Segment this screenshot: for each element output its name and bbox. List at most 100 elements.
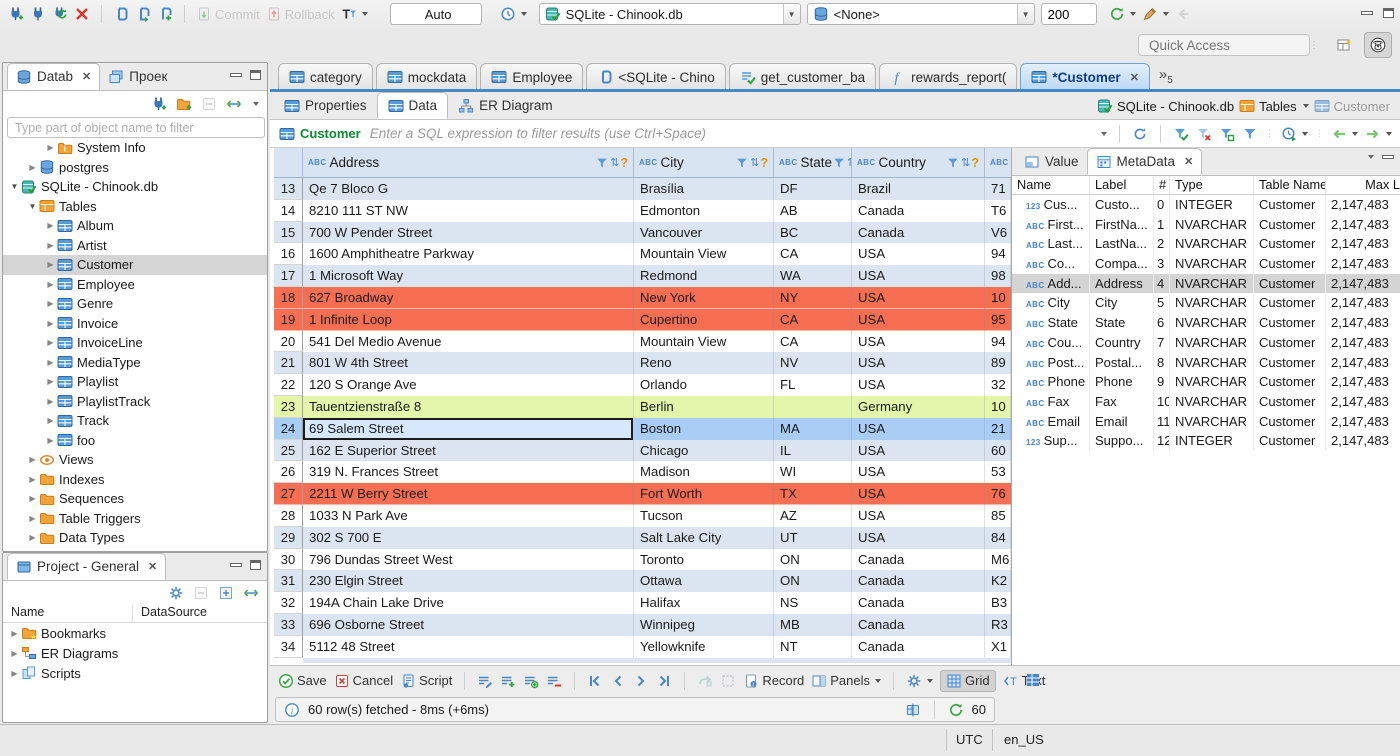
chevron-right-icon[interactable]: ▶ [45, 377, 56, 386]
column-header-country[interactable]: ABC Country ⇅? [852, 148, 985, 177]
grid-cell-city[interactable]: Tucson [634, 504, 774, 527]
close-icon[interactable]: ✕ [1130, 71, 1139, 84]
cancel-button[interactable]: Cancel [334, 673, 393, 689]
tree-item-playlist[interactable]: ▶ Playlist [3, 372, 267, 392]
metadata-row[interactable]: 123 Cus... Custo... 0 INTEGER Customer 2,147,4… [1012, 195, 1400, 215]
settings-button[interactable] [906, 673, 934, 689]
minimize-icon[interactable] [230, 563, 242, 567]
grid-cell-address[interactable]: 1600 Amphitheatre Parkway [303, 243, 634, 266]
minimize-icon[interactable] [230, 73, 242, 77]
schema-select[interactable]: <None> ▼ [806, 3, 1035, 25]
object-filter-input[interactable] [7, 117, 265, 138]
link-with-editor-icon[interactable] [243, 585, 259, 601]
tree-item-genre[interactable]: ▶ Genre [3, 294, 267, 314]
grid-cell-city[interactable]: Halifax [634, 592, 774, 614]
row-number[interactable]: 19 [274, 308, 303, 331]
tree-item-system-info[interactable]: ▶ i System Info [3, 138, 267, 158]
transaction-mode-select[interactable]: Auto [389, 3, 482, 25]
grid-cell-address[interactable]: 194A Chain Lake Drive [303, 592, 634, 614]
grid-cell-postal[interactable]: 10 [985, 286, 1011, 309]
execution-time-button[interactable] [1281, 126, 1308, 142]
refresh-results-icon[interactable] [1132, 126, 1148, 142]
history-button[interactable] [500, 6, 527, 22]
minimize-icon[interactable] [1382, 155, 1394, 159]
grid-cell-postal[interactable]: X1 [985, 635, 1011, 658]
meta-column-header[interactable]: Table Name [1254, 176, 1326, 194]
grid-cell-address[interactable]: 696 Osborne Street [303, 613, 634, 636]
grid-cell-state[interactable]: AB [774, 199, 852, 222]
grid-cell-state[interactable]: MB [774, 613, 852, 636]
filter-icon[interactable] [735, 156, 749, 170]
last-row-icon[interactable] [656, 673, 672, 689]
script-button[interactable]: Script [400, 673, 452, 689]
sql-filter-input[interactable] [369, 126, 1099, 141]
grid-cell-postal[interactable]: 32 [985, 374, 1011, 396]
close-icon[interactable]: ✕ [148, 560, 157, 573]
grid-cell-country[interactable]: Canada [852, 570, 985, 593]
value-viewer-icon[interactable] [1025, 672, 1041, 688]
sort-icon[interactable]: ⇅ [750, 156, 759, 169]
meta-column-header[interactable]: Type [1170, 176, 1254, 194]
grid-cell-city[interactable]: Edmonton [634, 199, 774, 222]
open-sql-console-button[interactable] [157, 6, 173, 22]
link-with-editor-icon[interactable] [226, 96, 242, 112]
chevron-right-icon[interactable]: ▶ [27, 533, 38, 542]
tree-item-track[interactable]: ▶ Track [3, 411, 267, 431]
chevron-right-icon[interactable]: ▶ [9, 669, 20, 678]
sql-editor-button[interactable] [113, 6, 129, 22]
new-sql-editor-button[interactable] [135, 6, 151, 22]
tree-item-artist[interactable]: ▶ Artist [3, 236, 267, 256]
order-hint-icon[interactable]: ? [760, 156, 768, 170]
collapse-all-icon[interactable] [193, 585, 209, 601]
fetch-size-input[interactable] [1040, 3, 1097, 25]
grid-cell-postal[interactable]: V6 [985, 221, 1011, 244]
grid-cell-country[interactable]: USA [852, 330, 985, 353]
grid-cell-country[interactable]: USA [852, 461, 985, 484]
order-hint-icon[interactable]: ? [971, 156, 979, 170]
maximize-icon[interactable] [1383, 8, 1394, 18]
grid-cell-city[interactable]: Mountain View [634, 243, 774, 266]
row-number[interactable]: 18 [274, 286, 303, 309]
grid-cell-state[interactable]: CA [774, 330, 852, 353]
row-number[interactable]: 30 [274, 548, 303, 571]
grid-cell-address[interactable]: Tauentzienstraße 8 [303, 395, 634, 418]
grid-cell-address[interactable]: 2211 W Berry Street [303, 483, 634, 505]
chevron-right-icon[interactable]: ▶ [27, 494, 38, 503]
new-connection-button[interactable] [8, 6, 24, 22]
chevron-right-icon[interactable]: ▶ [45, 260, 56, 269]
maximize-icon[interactable] [250, 560, 261, 570]
tree-item-employee[interactable]: ▶ Employee [3, 275, 267, 295]
chevron-right-icon[interactable]: ▶ [45, 436, 56, 445]
grid-cell-country[interactable]: USA [852, 286, 985, 309]
chevron-right-icon[interactable]: ▶ [45, 416, 56, 425]
grid-cell-postal[interactable]: 53 [985, 461, 1011, 484]
metadata-row[interactable]: ABC Last... LastNa... 2 NVARCHAR Customer 2,14… [1012, 234, 1400, 255]
nav-forward-button[interactable] [1365, 126, 1392, 142]
grid-cell-postal[interactable]: 76 [985, 483, 1011, 505]
tree-item-tables[interactable]: ▼ Tables [3, 197, 267, 217]
grid-cell-country[interactable]: Canada [852, 199, 985, 222]
grid-cell-country[interactable]: Canada [852, 613, 985, 636]
reconnect-button[interactable] [52, 6, 68, 22]
row-number[interactable]: 24 [274, 417, 303, 440]
expand-all-icon[interactable] [218, 585, 234, 601]
tree-item-postgres[interactable]: ▶ postgres [3, 158, 267, 178]
row-number[interactable]: 26 [274, 461, 303, 484]
grid-cell-state[interactable]: AZ [774, 504, 852, 527]
tab-value[interactable]: Value [1016, 148, 1087, 175]
grid-cell-address[interactable]: 801 W 4th Street [303, 352, 634, 375]
row-number[interactable]: 16 [274, 243, 303, 266]
editor-tab-get-customer-ba[interactable]: get_customer_ba [728, 63, 877, 90]
grid-cell-postal[interactable]: 85 [985, 504, 1011, 527]
grid-cell-city[interactable]: Chicago [634, 439, 774, 462]
grid-cell-city[interactable]: Madison [634, 461, 774, 484]
row-number[interactable]: 34 [274, 635, 303, 658]
grid-cell-address[interactable]: 69 Salem Street [303, 417, 634, 440]
grid-cell-state[interactable]: IL [774, 439, 852, 462]
grid-cell-address[interactable]: Qe 7 Bloco G [303, 178, 634, 200]
grid-cell-city[interactable]: Berlin [634, 395, 774, 418]
filter-history-dropdown-icon[interactable] [1101, 131, 1107, 136]
grid-cell-address[interactable]: 1 Infinite Loop [303, 308, 634, 331]
tab-metadata[interactable]: MetaData ✕ [1086, 148, 1203, 175]
grid-cell-state[interactable]: ON [774, 548, 852, 571]
